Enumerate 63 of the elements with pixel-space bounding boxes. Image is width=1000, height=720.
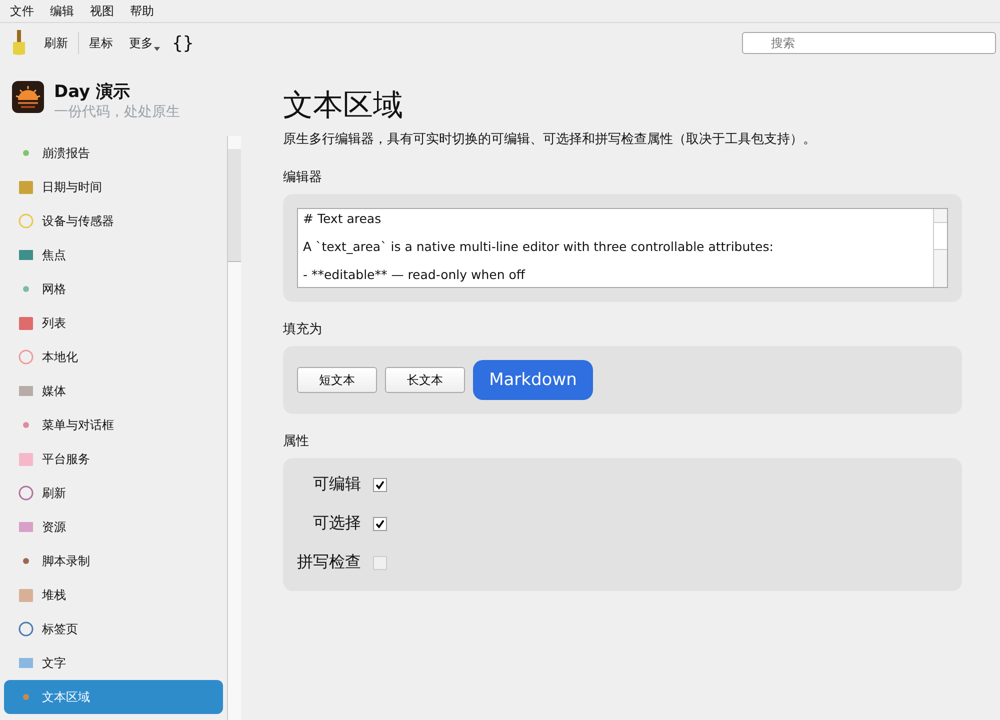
property-label: 拼写检查 [297,552,361,573]
item-icon [18,213,34,229]
item-icon [18,621,34,637]
refresh-button[interactable]: 刷新 [36,30,76,56]
code-button[interactable]: {} [168,32,198,54]
sidebar-item[interactable]: 堆栈 [4,578,223,612]
sidebar-item[interactable]: 脚本录制 [4,544,223,578]
property-label: 可编辑 [313,474,361,495]
item-icon [18,519,34,535]
sidebar-item[interactable]: 设备与传感器 [4,204,223,238]
sidebar-item[interactable]: 文字 [4,646,223,680]
search-field[interactable]: 搜索 [742,32,996,54]
scrollbar[interactable] [227,136,241,720]
sidebar-item[interactable]: 网格 [4,272,223,306]
sidebar-item[interactable]: 崩溃报告 [4,136,223,170]
sidebar-item[interactable]: 媒体 [4,374,223,408]
section-heading: 编辑器 [283,169,323,186]
star-button[interactable]: 星标 [81,30,121,56]
item-icon [18,485,34,501]
fill-option-button[interactable]: Markdown [473,360,593,400]
menu-item[interactable]: 编辑 [50,2,74,20]
fill-option-button[interactable]: 长文本 [385,367,465,393]
sidebar-item[interactable]: 日期与时间 [4,170,223,204]
menu-item[interactable]: 视图 [90,2,114,20]
more-button[interactable]: 更多 [121,30,168,56]
section-heading: 填充为 [283,321,323,338]
item-icon [18,315,34,331]
fill-option-button[interactable]: 短文本 [297,367,377,393]
menu-item[interactable]: 文件 [10,2,34,20]
sidebar-item[interactable]: 焦点 [4,238,223,272]
item-icon [18,587,34,603]
scrollbar[interactable] [933,209,947,287]
sidebar-item[interactable]: 文本区域 [4,680,223,714]
menu-item[interactable]: 帮助 [130,2,154,20]
sidebar-item[interactable]: 列表 [4,306,223,340]
app-tagline: 一份代码，处处原生 [54,103,180,121]
sidebar-item[interactable]: 资源 [4,510,223,544]
page-title: 文本区域 [283,87,404,125]
sidebar-item[interactable]: 刷新 [4,476,223,510]
checkbox[interactable] [373,516,387,530]
editor-line: # Text areas [303,211,382,227]
text-area[interactable]: # Text areas A `text_area` is a native multi-line editor with three controllable attributes: - **editable** — read-only when off [297,208,948,288]
item-icon [18,655,34,671]
caret-icon [154,46,160,50]
sidebar-item[interactable]: 标签页 [4,612,223,646]
paintbrush-icon[interactable] [12,30,26,56]
editor-line: - **editable** — read-only when off [303,267,526,283]
item-icon [18,247,34,263]
section-heading: 属性 [283,433,310,450]
checkbox[interactable] [373,556,387,570]
property-label: 可选择 [313,513,361,534]
sidebar-item[interactable]: 平台服务 [4,442,223,476]
sidebar-item[interactable]: 菜单与对话框 [4,408,223,442]
checkbox[interactable] [373,478,387,492]
app-name: Day 演示 [54,81,132,103]
editor-line: A `text_area` is a native multi-line editor with three controllable attributes: [303,239,774,255]
item-icon [18,349,34,365]
sidebar-item[interactable]: 本地化 [4,340,223,374]
item-icon [18,383,34,399]
page-description: 原生多行编辑器，具有可实时切换的可编辑、可选择和拼写检查属性（取决于工具包支持）。 [283,131,817,148]
item-icon [18,179,34,195]
item-icon [18,451,34,467]
sunset-logo-icon [12,81,44,113]
